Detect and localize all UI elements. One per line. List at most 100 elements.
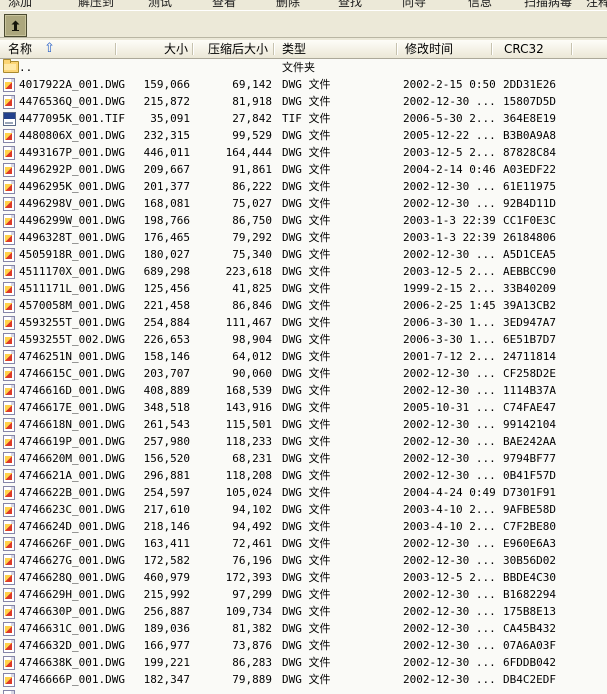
packed-size-cell: 69,142 <box>232 78 272 91</box>
table-row[interactable]: 4480806X_001.DWG 232,315 99,529 DWG 文件 2… <box>0 127 607 144</box>
file-name-cell: 4593255T_002.DWG <box>19 333 125 346</box>
toolbar-button[interactable]: 解压到 <box>78 0 114 10</box>
table-row[interactable]: 4746626F_001.DWG 163,411 72,461 DWG 文件 2… <box>0 535 607 552</box>
column-separator[interactable] <box>491 43 493 55</box>
file-type-cell: DWG 文件 <box>282 656 331 669</box>
table-row[interactable]: 4496298V_001.DWG 168,081 75,027 DWG 文件 2… <box>0 195 607 212</box>
file-name-cell: 4746622B_001.DWG <box>19 486 125 499</box>
table-row[interactable]: 4746621A_001.DWG 296,881 118,208 DWG 文件 … <box>0 467 607 484</box>
table-row[interactable]: 4746620M_001.DWG 156,520 68,231 DWG 文件 2… <box>0 450 607 467</box>
column-separator[interactable] <box>115 43 117 55</box>
file-type-cell: DWG 文件 <box>282 418 331 431</box>
column-separator[interactable] <box>396 43 398 55</box>
packed-size-cell: 115,501 <box>225 418 272 431</box>
toolbar-button[interactable]: 查看 <box>212 0 236 10</box>
file-name-cell: 4017922A_001.DWG <box>19 78 125 91</box>
modified-time-cell: 2003-4-10 2... <box>403 503 496 516</box>
toolbar-button[interactable]: 扫描病毒 <box>524 0 572 10</box>
file-type-cell: DWG 文件 <box>282 231 331 244</box>
dwg-file-icon <box>3 265 15 279</box>
table-row[interactable]: 4746616D_001.DWG 408,889 168,539 DWG 文件 … <box>0 382 607 399</box>
file-type-cell: DWG 文件 <box>282 265 331 278</box>
table-row[interactable]: 4746628Q_001.DWG 460,979 172,393 DWG 文件 … <box>0 569 607 586</box>
table-row[interactable]: 4746638K_001.DWG 199,221 86,283 DWG 文件 2… <box>0 654 607 671</box>
up-one-level-button[interactable] <box>4 14 27 37</box>
file-name-cell: 4746620M_001.DWG <box>19 452 125 465</box>
sort-ascending-icon[interactable]: ⇧ <box>44 40 55 57</box>
table-row[interactable]: 4511170X_001.DWG 689,298 223,618 DWG 文件 … <box>0 263 607 280</box>
file-name-cell: .. <box>19 61 33 74</box>
table-row[interactable]: 4746619P_001.DWG 257,980 118,233 DWG 文件 … <box>0 433 607 450</box>
table-row[interactable]: 4496292P_001.DWG 209,667 91,861 DWG 文件 2… <box>0 161 607 178</box>
packed-size-cell: 41,825 <box>232 282 272 295</box>
table-row[interactable]: 4496299W_001.DWG 198,766 86,750 DWG 文件 2… <box>0 212 607 229</box>
file-type-cell: DWG 文件 <box>282 503 331 516</box>
file-type-cell: DWG 文件 <box>282 333 331 346</box>
crc32-cell: 2DD31E26 <box>503 78 556 91</box>
toolbar-button[interactable]: 查找 <box>338 0 362 10</box>
column-header-size[interactable]: 大小 <box>120 41 188 57</box>
table-row[interactable]: 4746630P_001.DWG 256,887 109,734 DWG 文件 … <box>0 603 607 620</box>
file-size-cell: 218,146 <box>143 520 190 533</box>
column-header-crc32[interactable]: CRC32 <box>504 41 544 57</box>
column-header-name[interactable]: 名称 <box>8 41 32 57</box>
table-row[interactable]: 4746632D_001.DWG 166,977 73,876 DWG 文件 2… <box>0 637 607 654</box>
modified-time-cell: 2002-12-30 ... <box>403 537 496 550</box>
table-row[interactable]: 4746251N_001.DWG 158,146 64,012 DWG 文件 2… <box>0 348 607 365</box>
column-separator[interactable] <box>273 43 275 55</box>
toolbar-button[interactable]: 信息 <box>468 0 492 10</box>
table-row[interactable]: 4746617E_001.DWG 348,518 143,916 DWG 文件 … <box>0 399 607 416</box>
file-name-cell: 4476536Q_001.DWG <box>19 95 125 108</box>
dwg-file-icon <box>3 401 15 415</box>
column-separator[interactable] <box>192 43 194 55</box>
crc32-cell: 1114B37A <box>503 384 556 397</box>
table-row[interactable]: 4511171L_001.DWG 125,456 41,825 DWG 文件 1… <box>0 280 607 297</box>
file-name-cell: 4480806X_001.DWG <box>19 129 125 142</box>
toolbar-button[interactable]: 向导 <box>402 0 426 10</box>
dwg-file-icon <box>3 299 15 313</box>
table-row[interactable]: 4746615C_001.DWG 203,707 90,060 DWG 文件 2… <box>0 365 607 382</box>
modified-time-cell: 2002-12-30 ... <box>403 180 496 193</box>
toolbar-button[interactable]: 注释 <box>586 0 607 10</box>
table-row[interactable]: 4505918R_001.DWG 180,027 75,340 DWG 文件 2… <box>0 246 607 263</box>
file-type-cell: DWG 文件 <box>282 622 331 635</box>
table-row[interactable]: .. 文件夹 <box>0 59 607 76</box>
toolbar-button[interactable]: 删除 <box>276 0 300 10</box>
file-size-cell: 446,011 <box>143 146 190 159</box>
packed-size-cell: 79,889 <box>232 673 272 686</box>
table-row[interactable]: 4746623C_001.DWG 217,610 94,102 DWG 文件 2… <box>0 501 607 518</box>
table-row[interactable]: 4493167P_001.DWG 446,011 164,444 DWG 文件 … <box>0 144 607 161</box>
table-row[interactable]: 4477095K_001.TIF 35,091 27,842 TIF 文件 20… <box>0 110 607 127</box>
table-row[interactable]: 4746631C_001.DWG 189,036 81,382 DWG 文件 2… <box>0 620 607 637</box>
table-row-partial[interactable] <box>0 688 607 694</box>
toolbar-button[interactable]: 添加 <box>8 0 32 10</box>
dwg-file-icon <box>3 622 15 636</box>
table-row[interactable]: 4476536Q_001.DWG 215,872 81,918 DWG 文件 2… <box>0 93 607 110</box>
table-row[interactable]: 4017922A_001.DWG 159,066 69,142 DWG 文件 2… <box>0 76 607 93</box>
toolbar-button[interactable]: 测试 <box>148 0 172 10</box>
column-separator[interactable] <box>571 43 573 55</box>
table-row[interactable]: 4570058M_001.DWG 221,458 86,846 DWG 文件 2… <box>0 297 607 314</box>
packed-size-cell: 90,060 <box>232 367 272 380</box>
packed-size-cell: 86,846 <box>232 299 272 312</box>
table-row[interactable]: 4746618N_001.DWG 261,543 115,501 DWG 文件 … <box>0 416 607 433</box>
table-row[interactable]: 4593255T_002.DWG 226,653 98,904 DWG 文件 2… <box>0 331 607 348</box>
column-header-modified[interactable]: 修改时间 <box>405 41 453 57</box>
packed-size-cell: 86,283 <box>232 656 272 669</box>
file-list[interactable]: .. 文件夹 4017922A_001.DWG 159,066 69,142 D… <box>0 59 607 694</box>
column-header-packed-size[interactable]: 压缩后大小 <box>196 41 268 57</box>
table-row[interactable]: 4496328T_001.DWG 176,465 79,292 DWG 文件 2… <box>0 229 607 246</box>
packed-size-cell: 75,340 <box>232 248 272 261</box>
table-row[interactable]: 4746622B_001.DWG 254,597 105,024 DWG 文件 … <box>0 484 607 501</box>
table-row[interactable]: 4746629H_001.DWG 215,992 97,299 DWG 文件 2… <box>0 586 607 603</box>
archive-window: 添加 解压到 测试 查看 删除 查找 向导 信息 扫描病毒 注释 名称 ⇧ 大小 压缩后大小 类型… <box>0 0 607 694</box>
table-row[interactable]: 4746627G_001.DWG 172,582 76,196 DWG 文件 2… <box>0 552 607 569</box>
table-row[interactable]: 4746624D_001.DWG 218,146 94,492 DWG 文件 2… <box>0 518 607 535</box>
column-header-type[interactable]: 类型 <box>282 41 306 57</box>
crc32-cell: 364E8E19 <box>503 112 556 125</box>
table-row[interactable]: 4496295K_001.DWG 201,377 86,222 DWG 文件 2… <box>0 178 607 195</box>
table-row[interactable]: 4746666P_001.DWG 182,347 79,889 DWG 文件 2… <box>0 671 607 688</box>
table-row[interactable]: 4593255T_001.DWG 254,884 111,467 DWG 文件 … <box>0 314 607 331</box>
dwg-file-icon <box>3 282 15 296</box>
modified-time-cell: 2002-12-30 ... <box>403 673 496 686</box>
